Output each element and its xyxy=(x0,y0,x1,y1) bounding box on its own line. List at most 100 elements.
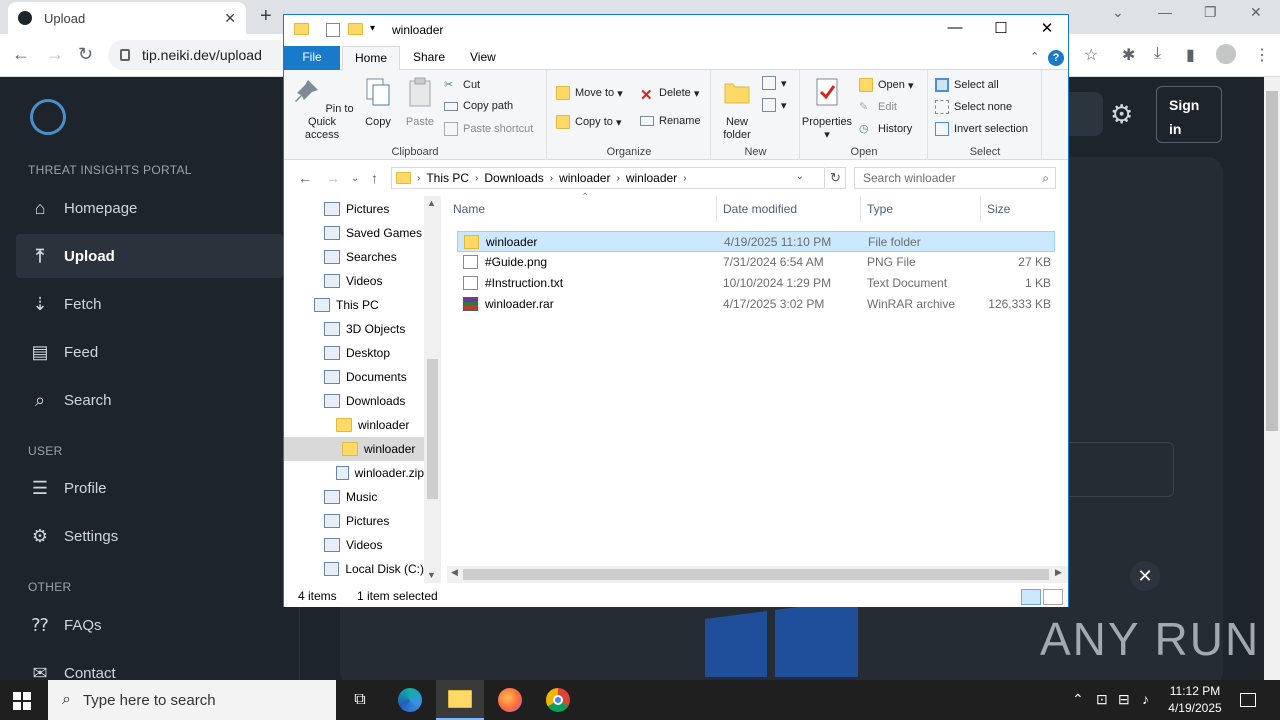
column-type[interactable]: Type xyxy=(861,196,981,222)
tab-search-chevron-icon[interactable]: ⌄ xyxy=(1112,4,1124,21)
delete-button[interactable]: ✕ Delete ▾ xyxy=(640,86,699,104)
nav-tree-item[interactable]: Desktop xyxy=(284,341,424,365)
scroll-up-icon[interactable]: ▲ xyxy=(427,198,436,208)
column-size[interactable]: Size xyxy=(981,196,1057,222)
nav-tree-item[interactable]: Documents xyxy=(284,365,424,389)
new-tab-button[interactable]: + xyxy=(260,5,272,28)
browser-tab-upload[interactable]: Upload ✕ xyxy=(8,2,246,34)
file-row[interactable]: winloader.rar 4/17/2025 3:02 PM WinRAR arc… xyxy=(457,294,1055,315)
invert-selection-button[interactable]: Invert selection xyxy=(935,122,1028,136)
reload-icon[interactable]: ↻ xyxy=(78,44,93,65)
sign-in-button[interactable]: Sign in xyxy=(1156,86,1222,143)
help-icon[interactable]: ? xyxy=(1048,50,1064,66)
task-view-button[interactable]: ⧉ xyxy=(336,680,384,720)
nav-tree-item[interactable]: winloader xyxy=(284,437,424,461)
edge-taskbar-button[interactable] xyxy=(386,680,434,720)
crumb-winloader-current[interactable]: winloader xyxy=(626,171,677,185)
easy-access-button[interactable]: ▾ xyxy=(762,98,787,112)
sidebar-item-upload[interactable]: ⤒ Upload xyxy=(16,234,284,278)
close-icon[interactable]: ✕ xyxy=(1130,561,1160,591)
site-settings-gear-icon[interactable]: ⚙ xyxy=(1110,99,1133,130)
explorer-close-button[interactable]: ✕ xyxy=(1024,19,1070,37)
file-explorer-taskbar-button[interactable] xyxy=(436,680,484,720)
firefox-taskbar-button[interactable] xyxy=(486,680,534,720)
nav-tree-item[interactable]: Videos xyxy=(284,533,424,557)
sidebar-item-profile[interactable]: ☰ Profile xyxy=(16,466,284,510)
pin-to-quick-access-button[interactable]: Pin to Quick access xyxy=(290,76,354,142)
nav-tree-item[interactable]: Music xyxy=(284,485,424,509)
paste-shortcut-button[interactable]: Paste shortcut xyxy=(444,122,533,136)
nav-tree-item[interactable]: winloader.zip xyxy=(284,461,424,485)
tab-home[interactable]: Home xyxy=(342,46,401,71)
sidebar-item-homepage[interactable]: ⌂ Homepage xyxy=(16,186,284,230)
explorer-address-bar[interactable]: › This PC › Downloads › winloader › winl… xyxy=(391,167,825,189)
cut-button[interactable]: ✂ Cut xyxy=(444,78,480,92)
profile-avatar-icon[interactable] xyxy=(1216,44,1236,64)
nav-tree-item[interactable]: Pictures xyxy=(284,197,424,221)
scroll-left-icon[interactable]: ◀ xyxy=(451,567,458,578)
back-arrow-icon[interactable]: ← xyxy=(12,44,30,65)
browser-menu-icon[interactable]: ⋮ xyxy=(1254,45,1270,65)
site-logo-icon[interactable] xyxy=(30,99,66,135)
customize-quick-access-icon[interactable]: ▾ xyxy=(370,23,384,37)
crumb-winloader[interactable]: winloader xyxy=(559,171,610,185)
tray-device-icon[interactable]: ⊡ xyxy=(1096,691,1108,708)
edit-button[interactable]: ✎ Edit xyxy=(859,100,897,114)
nav-tree-item[interactable]: Searches xyxy=(284,245,424,269)
browser-restore-button[interactable]: ❐ xyxy=(1204,4,1217,21)
properties-button[interactable]: Properties ▾ xyxy=(801,76,853,142)
bookmark-star-icon[interactable]: ☆ xyxy=(1084,45,1098,65)
crumb-downloads[interactable]: Downloads xyxy=(484,171,543,185)
horizontal-scrollbar-thumb[interactable] xyxy=(463,569,1049,580)
new-folder-quick-icon[interactable] xyxy=(348,23,363,35)
chrome-taskbar-button[interactable] xyxy=(534,680,582,720)
collapse-ribbon-icon[interactable]: ⌃ xyxy=(1030,50,1039,63)
select-none-button[interactable]: Select none xyxy=(935,100,1012,114)
forward-arrow-icon[interactable]: → xyxy=(326,170,340,186)
nav-tree-item[interactable]: Local Disk (C:) xyxy=(284,557,424,581)
copy-path-button[interactable]: Copy path xyxy=(444,100,513,112)
address-dropdown-icon[interactable]: ⌄ xyxy=(796,171,804,182)
up-arrow-icon[interactable]: ↑ xyxy=(371,170,378,186)
scroll-right-icon[interactable]: ▶ xyxy=(1055,567,1062,578)
nav-tree-item[interactable]: 3D Objects xyxy=(284,317,424,341)
windows-start-icon[interactable] xyxy=(13,692,31,710)
nav-tree-item[interactable]: winloader xyxy=(284,413,424,437)
details-view-icon[interactable] xyxy=(1021,589,1041,605)
downloads-icon[interactable]: ⤓ xyxy=(1154,45,1161,63)
recent-locations-chevron-icon[interactable]: ⌄ xyxy=(351,173,359,184)
navigation-scrollbar-thumb[interactable] xyxy=(427,359,438,499)
extensions-puzzle-icon[interactable]: ✱ xyxy=(1122,45,1135,65)
paste-button[interactable]: Paste xyxy=(400,76,440,129)
explorer-maximize-button[interactable]: ☐ xyxy=(978,19,1024,37)
tray-overflow-chevron-icon[interactable]: ⌃ xyxy=(1072,691,1084,708)
sidebar-item-faqs[interactable]: ⁇ FAQs xyxy=(16,603,284,647)
upload-field-box[interactable] xyxy=(1066,442,1174,497)
nav-tree-item[interactable]: This PC xyxy=(284,293,424,317)
file-row[interactable]: #Instruction.txt 10/10/2024 1:29 PM Text D… xyxy=(457,273,1055,294)
scroll-down-icon[interactable]: ▼ xyxy=(427,570,436,580)
taskbar-search-box[interactable]: ⌕ Type here to search xyxy=(48,680,336,720)
new-folder-button[interactable]: New folder xyxy=(714,76,760,142)
browser-minimize-button[interactable]: — xyxy=(1158,4,1172,20)
tab-view[interactable]: View xyxy=(458,46,508,70)
rename-button[interactable]: Rename xyxy=(640,115,701,127)
page-scrollbar-thumb[interactable] xyxy=(1266,91,1278,431)
move-to-button[interactable]: Move to ▾ xyxy=(556,86,623,100)
browser-close-button[interactable]: ✕ xyxy=(1250,4,1262,21)
refresh-icon[interactable]: ↻ xyxy=(826,167,846,189)
network-icon[interactable]: ⊟ xyxy=(1118,691,1130,708)
copy-to-button[interactable]: Copy to ▾ xyxy=(556,115,622,129)
tab-file[interactable]: File xyxy=(284,46,340,70)
sidebar-item-search[interactable]: ⌕ Search xyxy=(16,378,284,422)
sidebar-item-settings[interactable]: ⚙ Settings xyxy=(16,514,284,558)
tab-close-icon[interactable]: ✕ xyxy=(224,10,236,27)
nav-tree-item[interactable]: Downloads xyxy=(284,389,424,413)
volume-icon[interactable]: ♪ xyxy=(1142,691,1149,707)
forward-arrow-icon[interactable]: → xyxy=(46,44,64,65)
copy-button[interactable]: Copy xyxy=(358,76,398,129)
nav-tree-item[interactable]: Videos xyxy=(284,269,424,293)
column-date-modified[interactable]: Date modified xyxy=(717,196,861,222)
nav-tree-item[interactable]: Pictures xyxy=(284,509,424,533)
notifications-icon[interactable] xyxy=(1240,693,1256,707)
